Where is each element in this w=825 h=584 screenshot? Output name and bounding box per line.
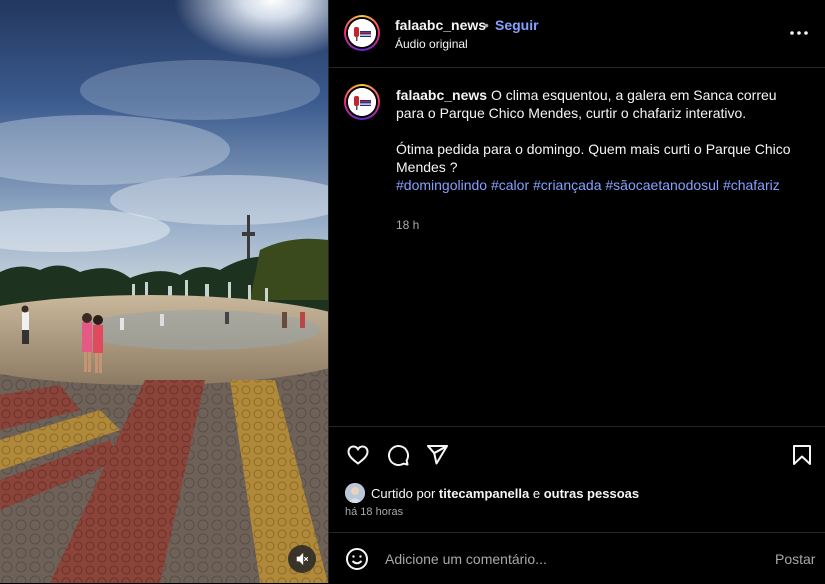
post-caption: falaabc_news O clima esquentou, a galera… <box>396 86 806 194</box>
post-timestamp[interactable]: há 18 horas <box>345 506 403 518</box>
caption-age[interactable]: 18 h <box>396 218 419 232</box>
comment-bar: Postar <box>329 532 825 584</box>
comment-icon <box>388 445 410 467</box>
send-icon <box>427 445 448 465</box>
caption-text-2: Ótima pedida para o domingo. Quem mais c… <box>396 141 791 175</box>
post-header: falaabc_news • Seguir Áudio original <box>329 0 825 68</box>
caption-author-avatar[interactable] <box>344 84 380 120</box>
author-avatar[interactable] <box>344 15 380 51</box>
mute-toggle-button[interactable] <box>288 545 316 573</box>
follow-button[interactable]: Seguir <box>495 17 539 33</box>
likes-middle: e <box>529 485 544 501</box>
author-username[interactable]: falaabc_news <box>395 17 486 33</box>
hashtag-link[interactable]: #criançada <box>533 177 602 193</box>
more-options-button[interactable] <box>784 20 814 46</box>
hashtag-link[interactable]: #sãocaetanodosul <box>605 177 719 193</box>
emoji-button[interactable] <box>345 547 371 573</box>
hashtag-list: #domingolindo #calor #criançada #sãocaet… <box>396 176 806 194</box>
muted-speaker-icon <box>296 552 309 566</box>
hashtag-link[interactable]: #chafariz <box>723 177 780 193</box>
comment-button[interactable] <box>384 441 412 469</box>
likes-others-link[interactable]: outras pessoas <box>544 486 639 501</box>
like-button[interactable] <box>344 441 372 469</box>
hashtag-link[interactable]: #domingolindo <box>396 177 487 193</box>
likes-summary: Curtido por titecampanella e outras pess… <box>345 482 639 504</box>
comment-input[interactable] <box>385 547 765 571</box>
post-panel: falaabc_news • Seguir Áudio original fal… <box>328 0 825 583</box>
audio-label[interactable]: Áudio original <box>395 37 468 51</box>
caption-username[interactable]: falaabc_news <box>396 87 487 103</box>
post-media[interactable] <box>0 0 328 583</box>
separator-dot: • <box>484 17 489 33</box>
likes-prefix: Curtido por <box>371 485 439 501</box>
post-footer: Curtido por titecampanella e outras pess… <box>329 426 825 583</box>
save-button[interactable] <box>788 441 816 469</box>
bookmark-icon <box>793 445 811 465</box>
more-horizontal-icon <box>790 31 808 35</box>
share-button[interactable] <box>423 441 451 469</box>
liker-username[interactable]: titecampanella <box>439 486 529 501</box>
emoji-icon <box>346 548 368 570</box>
hashtag-link[interactable]: #calor <box>491 177 529 193</box>
logo-image <box>348 19 376 47</box>
liker-avatar[interactable] <box>345 483 365 503</box>
heart-icon <box>347 445 369 465</box>
video-frame <box>0 0 328 583</box>
post-comment-button[interactable]: Postar <box>775 551 815 567</box>
logo-image <box>348 88 376 116</box>
